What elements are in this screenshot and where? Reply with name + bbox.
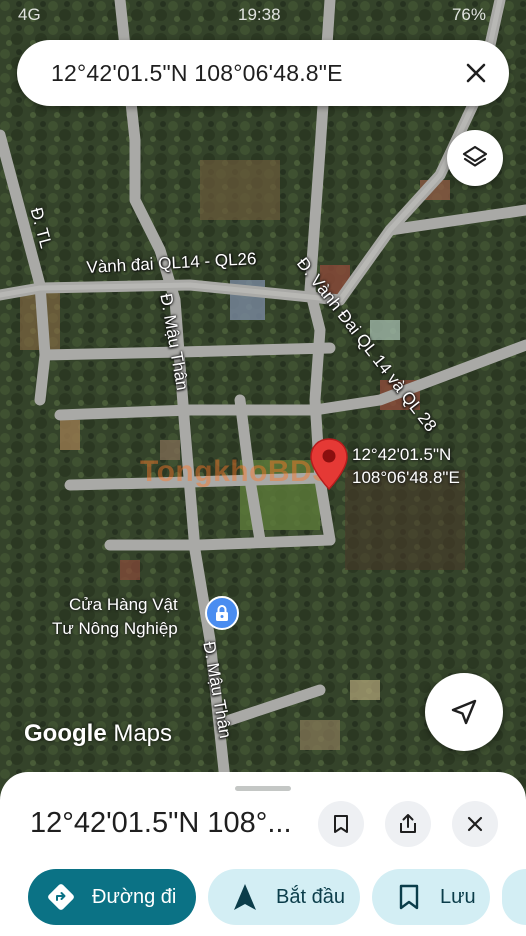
share-button[interactable]: [385, 801, 431, 847]
start-label: Bắt đầu: [276, 885, 345, 908]
battery-level: 76%: [451, 5, 486, 24]
my-location-button[interactable]: [425, 673, 503, 751]
directions-label: Đường đi: [92, 885, 177, 908]
pin-label-lat: 12°42'01.5"N: [352, 445, 452, 464]
navigation-arrow-icon: [451, 699, 477, 725]
watermark: TongkhoBDS: [140, 455, 333, 488]
poi-label-line2: Tư Nông Nghiệp: [52, 619, 178, 638]
layers-button[interactable]: [447, 130, 503, 186]
save-label: Lưu: [440, 885, 476, 908]
search-bar[interactable]: 12°42'01.5"N 108°06'48.8"E: [17, 40, 509, 106]
status-bar: 4G 19:38 76%: [0, 0, 526, 30]
poi-label-line1: Cửa Hàng Vật: [69, 595, 178, 614]
close-icon[interactable]: [459, 56, 493, 90]
close-icon: [467, 816, 483, 832]
bottom-sheet[interactable]: 12°42'01.5"N 108°... Đường đi Bắt đầu Lư…: [0, 772, 526, 936]
directions-icon: [46, 882, 76, 912]
close-sheet-button[interactable]: [452, 801, 498, 847]
start-button[interactable]: Bắt đầu: [208, 869, 360, 925]
status-time: 19:38: [238, 5, 281, 24]
sheet-drag-handle[interactable]: [235, 786, 291, 791]
save-bookmark-button[interactable]: [318, 801, 364, 847]
start-arrow-icon: [230, 882, 260, 912]
lock-icon[interactable]: [205, 596, 239, 630]
google-logo-text: Google: [24, 720, 107, 747]
search-input[interactable]: 12°42'01.5"N 108°06'48.8"E: [51, 60, 343, 87]
pin-icon[interactable]: [310, 438, 348, 490]
pin-coordinates-label: 12°42'01.5"N 108°06'48.8"E: [352, 443, 460, 489]
poi-label[interactable]: Cửa Hàng Vật Tư Nông Nghiệp: [52, 593, 178, 641]
more-actions-button[interactable]: [502, 869, 526, 925]
bookmark-icon: [334, 815, 348, 833]
network-indicator: 4G: [18, 5, 41, 24]
maps-logo-text: Maps: [113, 720, 173, 747]
bookmark-icon: [394, 882, 424, 912]
directions-button[interactable]: Đường đi: [28, 869, 196, 925]
google-maps-logo: Google Maps: [24, 720, 172, 748]
share-icon: [400, 814, 416, 833]
save-button[interactable]: Lưu: [372, 869, 490, 925]
layers-icon: [462, 145, 488, 167]
pin-label-lng: 108°06'48.8"E: [352, 468, 460, 487]
place-title: 12°42'01.5"N 108°...: [30, 807, 292, 839]
